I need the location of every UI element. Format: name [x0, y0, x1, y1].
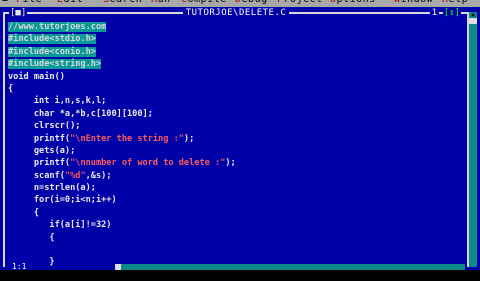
menu-run[interactable]: Run	[151, 0, 171, 5]
code-text: int i,n,s,k,l;	[8, 96, 107, 107]
code-text: printf(	[8, 133, 71, 144]
code-editor[interactable]: //www.tutorjoes.com #include<stdio.h> #inc…	[8, 21, 236, 281]
code-line[interactable]: printf("\nnumber of word to delete :");	[8, 157, 236, 169]
code-text: n=strlen(a);	[8, 183, 96, 194]
menu-options[interactable]: Options	[330, 0, 376, 5]
code-text: );	[183, 133, 195, 144]
code-line[interactable]	[8, 244, 236, 256]
code-text: {	[8, 232, 55, 243]
selected-code-text: //www.tutorjoes.com	[8, 22, 107, 32]
menu-bar: ≡ File Edit Search Run Compile Debug Pro…	[0, 0, 480, 7]
code-line[interactable]: #include<string.h>	[8, 58, 236, 70]
code-line[interactable]: n=strlen(a);	[8, 182, 236, 194]
code-line[interactable]: clrscr();	[8, 120, 236, 132]
code-text: void main()	[8, 71, 65, 82]
string-literal: "\nEnter the string :"	[70, 133, 184, 144]
code-line[interactable]: }	[8, 256, 236, 268]
code-text: {	[8, 83, 14, 94]
code-text: char *a,*b,c[100][100];	[8, 108, 153, 119]
selected-code-text: #include<string.h>	[8, 59, 102, 70]
code-line[interactable]: #include<stdio.h>	[8, 33, 236, 45]
code-text: scanf(	[8, 170, 65, 181]
string-literal: "\nnumber of word to delete :"	[70, 158, 226, 169]
code-text: gets(a);	[8, 145, 76, 156]
menu-window[interactable]: Window	[394, 0, 433, 5]
code-text: if(a[i]!=32)	[8, 220, 112, 231]
code-line[interactable]: printf("\nEnter the string :");	[8, 133, 236, 145]
menu-compile[interactable]: Compile	[181, 0, 227, 5]
code-text: ,&s);	[85, 170, 112, 181]
menu-debug[interactable]: Debug	[235, 0, 268, 5]
code-line[interactable]: scanf("%d",&s);	[8, 170, 236, 182]
code-line[interactable]: #include<conio.h>	[8, 46, 236, 58]
code-line[interactable]: {	[8, 232, 236, 244]
menu-project[interactable]: Project	[277, 0, 323, 5]
code-line[interactable]: int i,n,s,k,l;	[8, 95, 236, 107]
window-number: 1	[429, 8, 439, 18]
code-line[interactable]: for(i=0;i<n;i++)	[8, 194, 236, 206]
code-line[interactable]: if(a[i]!=32)	[8, 219, 236, 231]
code-text: {	[8, 207, 40, 218]
code-text: for(i=0;i<n;i++)	[8, 195, 117, 206]
code-line[interactable]: char *a,*b,c[100][100];	[8, 108, 236, 120]
code-line[interactable]: //www.tutorjoes.com	[8, 21, 236, 33]
code-text: );	[225, 158, 236, 169]
zoom-icon[interactable]: [↕]	[442, 9, 461, 18]
vertical-scrollbar[interactable]: ▲	[469, 12, 477, 267]
menu-help[interactable]: Help	[442, 0, 468, 5]
menu-search[interactable]: Search	[103, 0, 142, 5]
system-menu-icon[interactable]: ≡	[2, 0, 8, 5]
menu-file[interactable]: File	[16, 0, 42, 5]
code-line[interactable]: {	[8, 83, 236, 95]
editor-title-bar[interactable]: [■] TUTORJOE\DELETE.C 1 [↕]	[3, 8, 469, 18]
code-line[interactable]: gets(a);	[8, 145, 236, 157]
selected-code-text: #include<stdio.h>	[8, 34, 96, 45]
code-text: clrscr();	[8, 121, 81, 132]
code-text: printf(	[8, 158, 71, 169]
code-line[interactable]: {	[8, 207, 236, 219]
code-text: }	[8, 257, 55, 268]
vertical-scroll-thumb[interactable]	[469, 18, 477, 24]
string-literal: "%d"	[64, 170, 86, 181]
window-title: TUTORJOE\DELETE.C	[182, 8, 290, 18]
code-line[interactable]	[8, 269, 236, 281]
code-line[interactable]: void main()	[8, 71, 236, 83]
menu-edit[interactable]: Edit	[57, 0, 83, 5]
selected-code-text: #include<conio.h>	[8, 46, 96, 57]
